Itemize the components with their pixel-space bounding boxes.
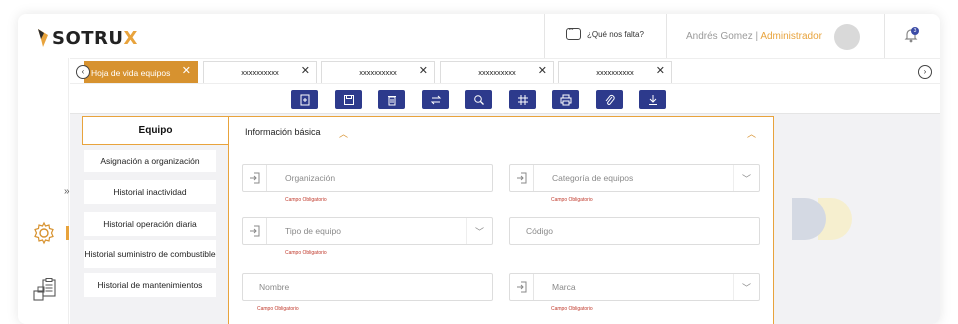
chevron-down-icon[interactable]: ﹀: [466, 218, 492, 244]
save-button[interactable]: [335, 90, 362, 109]
login-icon: [510, 165, 534, 191]
add-icon: [300, 94, 309, 105]
left-rail: [18, 58, 69, 324]
login-icon: [243, 165, 267, 191]
close-icon[interactable]: ✕: [538, 64, 547, 77]
attach-button[interactable]: [596, 90, 623, 109]
print-button[interactable]: [552, 90, 579, 109]
login-icon: [510, 274, 534, 300]
chevron-up-icon[interactable]: ︿: [339, 127, 348, 140]
search-icon: [473, 94, 484, 105]
tipo-equipo-select[interactable]: Tipo de equipo ﹀: [242, 217, 493, 245]
required-hint: Campo Obligatorio: [551, 197, 593, 203]
toolbar: [70, 84, 940, 114]
close-icon[interactable]: ✕: [182, 64, 191, 77]
search-button[interactable]: [465, 90, 492, 109]
tab-label: xxxxxxxxxx: [241, 68, 279, 77]
exchange-button[interactable]: [422, 90, 449, 109]
expand-rail-icon[interactable]: »: [64, 186, 70, 197]
required-hint: Campo Obligatorio: [551, 306, 593, 312]
chevron-down-icon[interactable]: ﹀: [733, 274, 759, 300]
side-menu: Equipo: [82, 116, 228, 145]
delete-button[interactable]: [378, 90, 405, 109]
required-hint: Campo Obligatorio: [257, 306, 299, 312]
clipboard-boxes-icon[interactable]: [32, 277, 58, 303]
nombre-placeholder: Nombre: [259, 282, 290, 292]
tab-hoja-de-vida-equipos[interactable]: Hoja de vida equipos ✕: [84, 61, 198, 83]
app-window: SOTRUX ¿Qué nos falta? Andrés Gomez | Ad…: [18, 14, 940, 324]
gear-icon[interactable]: [32, 221, 56, 245]
print-icon: [560, 94, 571, 105]
user-name: Andrés Gomez: [686, 31, 753, 42]
exchange-icon: [430, 95, 441, 104]
user-info[interactable]: Andrés Gomez | Administrador: [686, 31, 822, 42]
logo-mark-icon: [38, 29, 48, 47]
tab-label: Hoja de vida equipos: [91, 67, 171, 78]
delete-icon: [387, 95, 396, 105]
notification-badge: 3: [911, 27, 919, 35]
chat-icon: [566, 25, 581, 40]
menu-item-operacion[interactable]: Historial operación diaria: [84, 212, 216, 236]
codigo-field[interactable]: Código: [509, 217, 760, 245]
help-link[interactable]: ¿Qué nos falta?: [566, 25, 644, 40]
header-divider: [884, 14, 885, 58]
info-panel: Información básica ︿ ︿ Organización Camp…: [228, 116, 774, 324]
categoria-select[interactable]: Categoría de equipos ﹀: [509, 164, 760, 192]
save-icon: [343, 94, 354, 105]
attach-icon: [605, 94, 615, 105]
logo-text: SOTRUX: [52, 27, 138, 49]
tab-label: xxxxxxxxxx: [478, 68, 516, 77]
chevron-left-icon[interactable]: ‹: [76, 65, 90, 79]
logo[interactable]: SOTRUX: [36, 24, 138, 52]
header-divider: [544, 14, 545, 58]
required-hint: Campo Obligatorio: [285, 250, 327, 256]
tab-item[interactable]: xxxxxxxxxx ✕: [558, 61, 672, 83]
tab-item[interactable]: xxxxxxxxxx ✕: [440, 61, 554, 83]
tipo-equipo-placeholder: Tipo de equipo: [285, 226, 341, 236]
chevron-down-icon[interactable]: ﹀: [733, 165, 759, 191]
avatar[interactable]: [834, 24, 860, 50]
nombre-field[interactable]: Nombre: [242, 273, 493, 301]
tab-label: xxxxxxxxxx: [596, 68, 634, 77]
user-role: Administrador: [760, 31, 823, 42]
codigo-placeholder: Código: [526, 226, 553, 236]
close-icon[interactable]: ✕: [656, 64, 665, 77]
panel-title: Información básica: [245, 127, 321, 137]
chevron-up-icon[interactable]: ︿: [747, 127, 756, 140]
marca-placeholder: Marca: [552, 282, 576, 292]
categoria-placeholder: Categoría de equipos: [552, 173, 634, 183]
menu-item-inactividad[interactable]: Historial inactividad: [84, 180, 216, 204]
tab-label: xxxxxxxxxx: [359, 68, 397, 77]
add-button[interactable]: [291, 90, 318, 109]
chevron-right-icon[interactable]: ›: [918, 65, 932, 79]
menu-item-combustible[interactable]: Historial suministro de combustible: [84, 240, 216, 268]
active-indicator: [66, 226, 69, 240]
organizacion-placeholder: Organización: [285, 173, 336, 183]
help-label: ¿Qué nos falta?: [587, 29, 644, 39]
required-hint: Campo Obligatorio: [285, 197, 327, 203]
marca-select[interactable]: Marca ﹀: [509, 273, 760, 301]
menu-head-equipo[interactable]: Equipo: [82, 116, 228, 145]
tab-bar: Hoja de vida equipos ✕ xxxxxxxxxx ✕ xxxx…: [70, 58, 940, 84]
download-icon: [648, 94, 657, 105]
tab-item[interactable]: xxxxxxxxxx ✕: [321, 61, 435, 83]
download-button[interactable]: [639, 90, 666, 109]
menu-item-asignacion[interactable]: Asignación a organización: [84, 150, 216, 172]
tab-item[interactable]: xxxxxxxxxx ✕: [203, 61, 317, 83]
close-icon[interactable]: ✕: [301, 64, 310, 77]
menu-item-mantenimientos[interactable]: Historial de mantenimientos: [84, 273, 216, 297]
header-divider: [666, 14, 667, 58]
login-icon: [243, 218, 267, 244]
grid-icon: [517, 94, 528, 105]
organizacion-field[interactable]: Organización: [242, 164, 493, 192]
content-area: Equipo Asignación a organización Histori…: [70, 114, 940, 324]
close-icon[interactable]: ✕: [419, 64, 428, 77]
grid-button[interactable]: [509, 90, 536, 109]
